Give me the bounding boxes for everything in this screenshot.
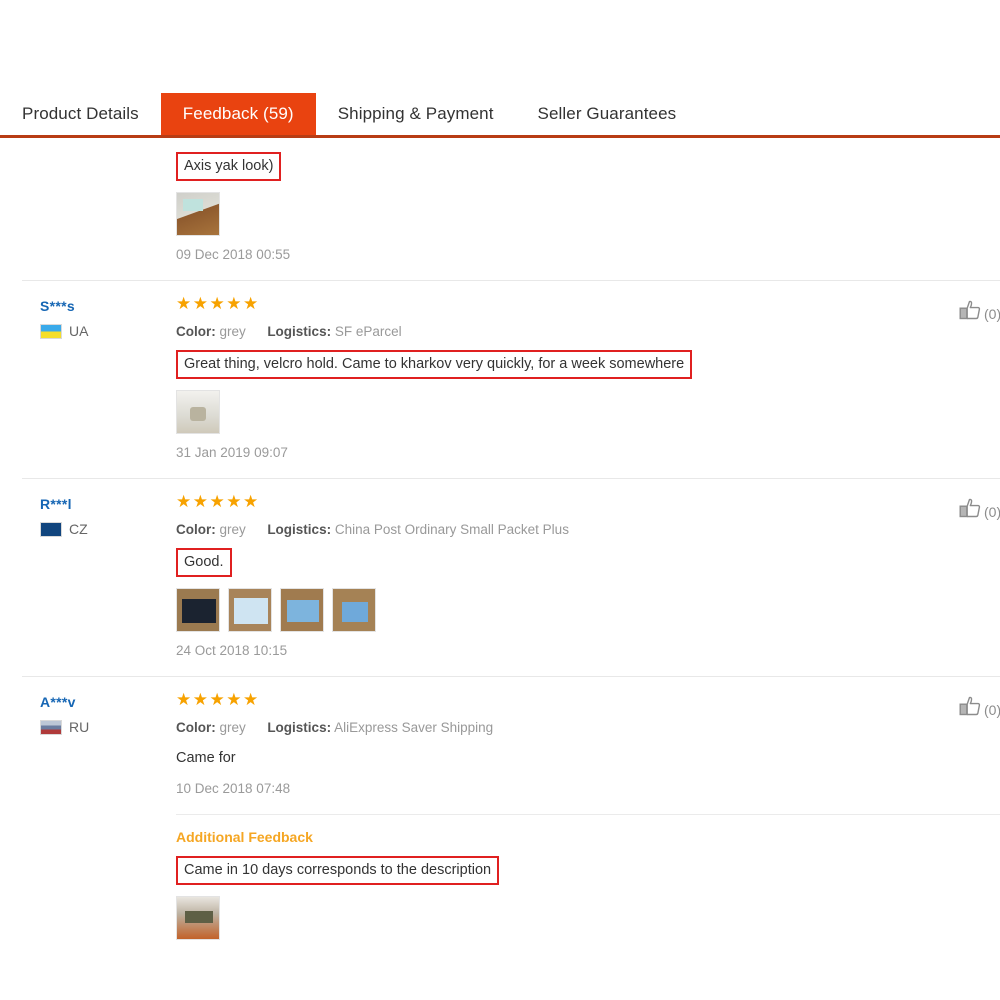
reviewer-info: A***v RU xyxy=(0,676,176,735)
feedback-comment: Good. xyxy=(176,548,232,577)
feedback-item: S***s UA ★★★★★ Color: grey Logistics: SF… xyxy=(0,280,1000,478)
reviewer-info: S***s UA xyxy=(0,280,176,339)
feedback-photo-thumbnail[interactable] xyxy=(176,588,220,632)
color-label: Color: xyxy=(176,522,216,537)
flag-ua-icon xyxy=(40,323,62,339)
additional-feedback-title: Additional Feedback xyxy=(176,829,313,845)
feedback-comment: Came for xyxy=(176,750,236,766)
tab-label: Product Details xyxy=(22,104,139,123)
tab-label: Shipping & Payment xyxy=(337,104,494,123)
feedback-body: ★★★★★ Color: grey Logistics: SF eParcel … xyxy=(176,280,958,478)
reviewer-country: CZ xyxy=(40,521,176,537)
logistics-value: China Post Ordinary Small Packet Plus xyxy=(334,522,569,537)
helpful-button[interactable]: (0) xyxy=(958,498,1000,525)
feedback-date: 09 Dec 2018 00:55 xyxy=(176,247,291,262)
star-rating: ★★★★★ xyxy=(176,294,260,313)
reviewer-name[interactable]: S***s xyxy=(40,298,176,314)
tab-shipping-payment[interactable]: Shipping & Payment xyxy=(316,93,516,135)
feedback-item-partial: Axis yak look) 09 Dec 2018 00:55 xyxy=(0,138,1000,280)
color-value: grey xyxy=(219,720,246,735)
feedback-comment: Great thing, velcro hold. Came to kharko… xyxy=(176,350,693,379)
reviewer-info: R***l CZ xyxy=(0,478,176,537)
feedback-photo-thumbnail[interactable] xyxy=(176,192,220,236)
helpful-count: (0) xyxy=(984,503,1000,520)
feedback-photo-thumbnail[interactable] xyxy=(176,390,220,434)
color-label: Color: xyxy=(176,324,216,339)
feedback-comment: Axis yak look) xyxy=(176,152,282,181)
helpful-area xyxy=(958,138,1000,158)
feedback-date: 10 Dec 2018 07:48 xyxy=(176,781,291,796)
feedback-body: ★★★★★ Color: grey Logistics: China Post … xyxy=(176,478,958,676)
helpful-area: (0) xyxy=(958,280,1000,327)
flag-ru-icon xyxy=(40,719,62,735)
helpful-button[interactable]: (0) xyxy=(958,696,1000,723)
feedback-photo-thumbnail[interactable] xyxy=(332,588,376,632)
product-tab-bar: Product Details Feedback (59) Shipping &… xyxy=(0,93,1000,138)
flag-cz-icon xyxy=(40,521,62,537)
additional-feedback-comment: Came in 10 days corresponds to the descr… xyxy=(176,856,500,885)
star-rating: ★★★★★ xyxy=(176,492,260,511)
tab-seller-guarantees[interactable]: Seller Guarantees xyxy=(516,93,699,135)
tab-label: Seller Guarantees xyxy=(537,104,677,123)
reviewer-country: RU xyxy=(40,719,176,735)
reviewer-name[interactable]: R***l xyxy=(40,496,176,512)
helpful-count: (0) xyxy=(984,701,1000,718)
feedback-photo-thumbnail[interactable] xyxy=(280,588,324,632)
page-root: Product Details Feedback (59) Shipping &… xyxy=(0,0,1000,1000)
helpful-area: (0) xyxy=(958,676,1000,723)
feedback-body: Axis yak look) 09 Dec 2018 00:55 xyxy=(176,138,958,280)
feedback-photo-list xyxy=(176,192,948,236)
logistics-label: Logistics: xyxy=(267,522,332,537)
logistics-label: Logistics: xyxy=(267,720,332,735)
helpful-count: (0) xyxy=(984,305,1000,322)
tab-product-details[interactable]: Product Details xyxy=(0,93,161,135)
country-code: RU xyxy=(69,719,90,735)
thumbs-up-icon xyxy=(958,696,982,723)
feedback-attributes: Color: grey Logistics: SF eParcel xyxy=(176,323,948,341)
thumbs-up-icon xyxy=(958,300,982,327)
tab-label: Feedback (59) xyxy=(182,104,294,123)
country-code: UA xyxy=(69,323,89,339)
feedback-date: 24 Oct 2018 10:15 xyxy=(176,643,288,658)
helpful-area: (0) xyxy=(958,478,1000,525)
star-rating: ★★★★★ xyxy=(176,690,260,709)
color-label: Color: xyxy=(176,720,216,735)
feedback-attributes: Color: grey Logistics: China Post Ordina… xyxy=(176,521,948,539)
color-value: grey xyxy=(219,324,246,339)
feedback-photo-list xyxy=(176,390,948,434)
additional-feedback-section: Additional Feedback Came in 10 days corr… xyxy=(176,814,1000,940)
helpful-button[interactable]: (0) xyxy=(958,300,1000,327)
additional-feedback-photo-list xyxy=(176,896,1000,940)
reviewer-name[interactable]: A***v xyxy=(40,694,176,710)
feedback-body: ★★★★★ Color: grey Logistics: AliExpress … xyxy=(176,676,958,814)
logistics-value: SF eParcel xyxy=(334,324,402,339)
logistics-label: Logistics: xyxy=(267,324,332,339)
feedback-item: A***v RU ★★★★★ Color: grey Logistics: Al… xyxy=(0,676,1000,940)
thumbs-up-icon xyxy=(958,498,982,525)
logistics-value: AliExpress Saver Shipping xyxy=(334,720,494,735)
feedback-photo-thumbnail[interactable] xyxy=(228,588,272,632)
country-code: CZ xyxy=(69,521,88,537)
feedback-photo-list xyxy=(176,588,948,632)
feedback-attributes: Color: grey Logistics: AliExpress Saver … xyxy=(176,719,948,737)
reviewer-country: UA xyxy=(40,323,176,339)
color-value: grey xyxy=(219,522,246,537)
feedback-photo-thumbnail[interactable] xyxy=(176,896,220,940)
reviewer-info xyxy=(0,138,176,156)
feedback-item: R***l CZ ★★★★★ Color: grey Logistics: Ch… xyxy=(0,478,1000,676)
tab-feedback[interactable]: Feedback (59) xyxy=(160,93,316,135)
feedback-list: Axis yak look) 09 Dec 2018 00:55 S***s U… xyxy=(0,138,1000,950)
feedback-date: 31 Jan 2019 09:07 xyxy=(176,445,288,460)
